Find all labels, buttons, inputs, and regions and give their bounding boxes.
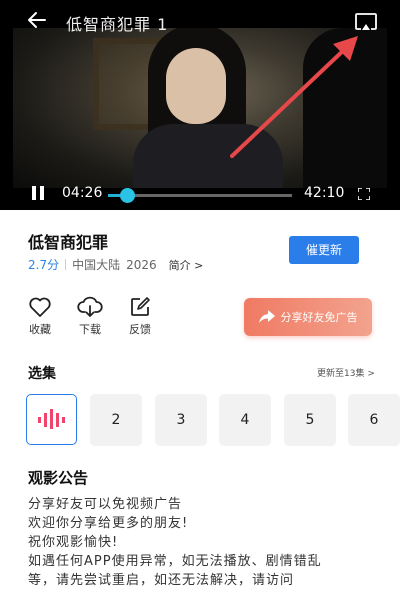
notice-line: 如遇任何APP使用异常，如无法播放、剧情错乱 — [28, 554, 322, 569]
progress-bar[interactable] — [108, 188, 292, 203]
video-player[interactable]: 低智商犯罪 1 04:26 42:10 — [0, 0, 400, 210]
progress-knob[interactable] — [120, 188, 136, 203]
intro-link[interactable]: 简介 > — [169, 257, 204, 273]
episode-item[interactable]: 5 — [284, 394, 336, 446]
episode-item[interactable]: 3 — [155, 394, 207, 446]
share-arrow-icon — [258, 310, 275, 323]
pause-icon[interactable] — [32, 186, 44, 200]
show-meta: 2.7分 中国大陆 2026 简介 > — [28, 256, 203, 273]
favorite-button[interactable]: 收藏 — [22, 296, 58, 337]
request-update-button[interactable]: 催更新 — [289, 236, 359, 264]
rating-score: 2.7分 — [28, 258, 60, 272]
episode-item[interactable]: 4 — [219, 394, 271, 446]
fullscreen-icon[interactable] — [358, 188, 370, 200]
feedback-button[interactable]: 反馈 — [122, 296, 158, 337]
annotation-arrow — [230, 36, 358, 158]
region: 中国大陆 — [72, 258, 121, 272]
edit-icon — [131, 297, 150, 316]
playing-bars-icon — [37, 409, 65, 429]
notice-body: 分享好友可以免视频广告 欢迎你分享给更多的朋友! 祝你观影愉快! 如遇任何APP… — [28, 495, 378, 590]
notice-line: 祝你观影愉快! — [28, 535, 119, 550]
player-controls: 04:26 42:10 — [0, 180, 400, 210]
notice-line: 等，请先尝试重启，如还无法解决，请访问 — [28, 573, 295, 588]
favorite-label: 收藏 — [29, 323, 51, 336]
feedback-label: 反馈 — [129, 323, 151, 336]
notice-title: 观影公告 — [28, 469, 89, 487]
share-free-ads-button[interactable]: 分享好友免广告 — [244, 298, 372, 336]
year: 2026 — [126, 257, 157, 272]
episode-item[interactable]: 2 — [90, 394, 142, 446]
episode-1-playing[interactable] — [26, 394, 77, 445]
episodes-heading: 选集 — [28, 366, 56, 382]
cloud-download-icon — [77, 296, 103, 317]
episode-item[interactable]: 6 — [348, 394, 400, 446]
episodes-more-link[interactable]: 更新至13集 > — [317, 366, 375, 379]
show-title: 低智商犯罪 — [28, 233, 109, 252]
heart-icon — [29, 297, 51, 317]
download-button[interactable]: 下载 — [72, 296, 108, 337]
share-label: 分享好友免广告 — [280, 311, 358, 324]
current-time: 04:26 — [62, 185, 103, 201]
total-time: 42:10 — [304, 185, 345, 201]
notice-line: 欢迎你分享给更多的朋友! — [28, 516, 189, 531]
download-label: 下载 — [79, 323, 101, 336]
notice-line: 分享好友可以免视频广告 — [28, 497, 183, 512]
